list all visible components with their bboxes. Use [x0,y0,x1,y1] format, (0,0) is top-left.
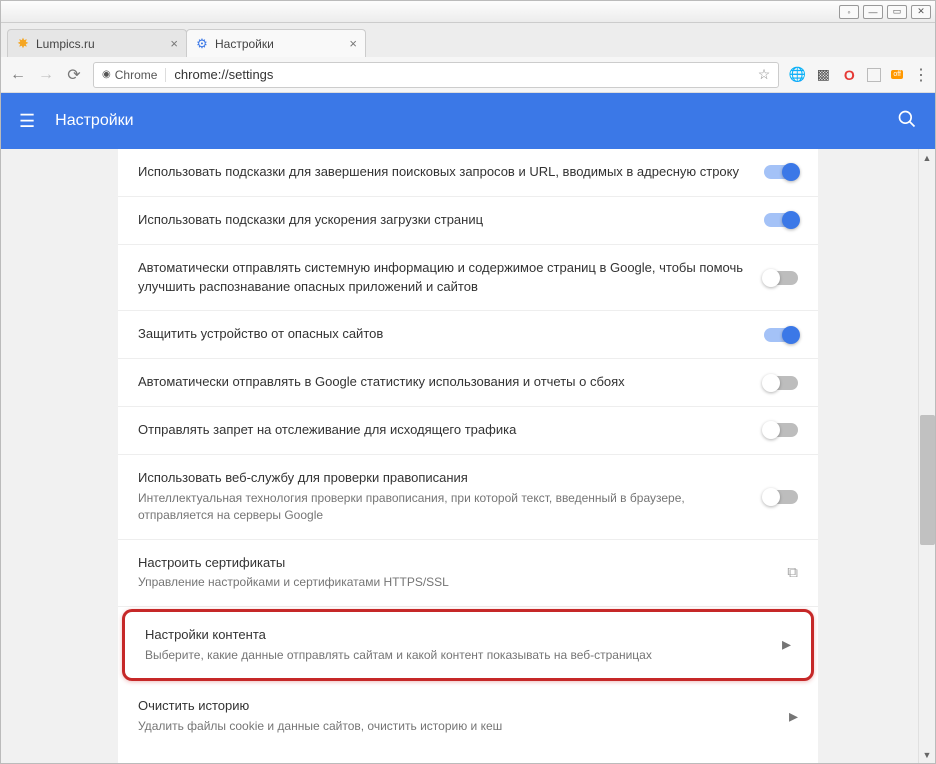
star-icon[interactable]: ☆ [758,66,771,83]
tab-lumpics[interactable]: ✸ Lumpics.ru × [7,29,187,57]
chevron-right-icon: ▸ [789,706,798,727]
row-title: Автоматически отправлять в Google статис… [138,373,750,392]
toggle-switch[interactable] [764,271,798,285]
settings-row[interactable]: Настройки контента Выберите, какие данные… [125,612,811,678]
search-icon[interactable] [897,109,917,134]
security-label: Chrome [115,68,158,82]
row-text: Автоматически отправлять системную инфор… [138,259,750,297]
row-text: Настройки контента Выберите, какие данные… [145,626,768,664]
row-text: Использовать подсказки для завершения по… [138,163,750,182]
row-text: Настроить сертификатыУправление настройк… [138,554,773,592]
toggle-switch[interactable] [764,490,798,504]
toolbar: ← → ⟳ ◉ Chrome chrome://settings ☆ 🌐 ▩ O… [1,57,935,93]
chevron-right-icon: ▸ [782,634,791,655]
external-link-icon: ⧉ [787,564,798,581]
tab-strip: ✸ Lumpics.ru × ⚙ Настройки × [1,23,935,57]
row-subtitle: Интеллектуальная технология проверки пра… [138,490,750,525]
extension-opera-icon[interactable]: O [841,67,857,83]
close-icon[interactable]: × [349,36,357,51]
gear-icon: ⚙ [195,37,209,51]
tab-title: Lumpics.ru [36,37,95,51]
window-titlebar: ◦ — ▭ ✕ [1,1,935,23]
settings-row: Автоматически отправлять системную инфор… [118,245,818,312]
row-subtitle: Выберите, какие данные отправлять сайтам… [145,647,768,664]
settings-row: Отправлять запрет на отслеживание для ис… [118,407,818,455]
window-maximize-button[interactable]: ▭ [887,5,907,19]
back-button[interactable]: ← [9,66,27,84]
extension-globe-icon[interactable]: 🌐 [789,67,805,83]
row-text: Очистить историю Удалить файлы cookie и д… [138,697,775,735]
toggle-switch[interactable] [764,165,798,179]
settings-row[interactable]: Настроить сертификатыУправление настройк… [118,540,818,607]
toggle-switch[interactable] [764,376,798,390]
scroll-thumb[interactable] [920,415,935,545]
row-text: Автоматически отправлять в Google статис… [138,373,750,392]
tab-title: Настройки [215,37,274,51]
site-identity[interactable]: ◉ Chrome [102,68,166,82]
settings-header: ☰ Настройки [1,93,935,149]
row-title: Использовать подсказки для ускорения заг… [138,211,750,230]
row-title: Использовать подсказки для завершения по… [138,163,750,182]
extension-square-icon[interactable]: ▩ [815,67,831,83]
address-bar[interactable]: ◉ Chrome chrome://settings ☆ [93,62,779,88]
url-text: chrome://settings [174,67,273,82]
row-title: Отправлять запрет на отслеживание для ис… [138,421,750,440]
browser-window: ◦ — ▭ ✕ ✸ Lumpics.ru × ⚙ Настройки × ← →… [0,0,936,764]
row-title: Использовать веб-службу для проверки пра… [138,469,750,488]
menu-button[interactable]: ⋮ [913,65,927,85]
tab-settings[interactable]: ⚙ Настройки × [186,29,366,57]
toggle-switch[interactable] [764,423,798,437]
extension-box-icon[interactable] [867,68,881,82]
settings-row: Использовать подсказки для завершения по… [118,149,818,197]
settings-row[interactable]: Очистить историю Удалить файлы cookie и д… [118,683,818,749]
settings-row: Использовать веб-службу для проверки пра… [118,455,818,540]
scroll-down-icon[interactable]: ▼ [919,746,935,763]
row-title: Настройки контента [145,626,768,645]
row-title: Настроить сертификаты [138,554,773,573]
extension-icons: 🌐 ▩ O off [789,67,903,83]
content-area: Использовать подсказки для завершения по… [1,149,935,763]
toggle-switch[interactable] [764,328,798,342]
forward-button[interactable]: → [37,66,55,84]
row-text: Отправлять запрет на отслеживание для ис… [138,421,750,440]
row-subtitle: Управление настройками и сертификатами H… [138,574,773,591]
scrollbar[interactable]: ▲ ▼ [918,149,935,763]
settings-row: Использовать подсказки для ускорения заг… [118,197,818,245]
row-text: Защитить устройство от опасных сайтов [138,325,750,344]
settings-row: Автоматически отправлять в Google статис… [118,359,818,407]
close-icon[interactable]: × [170,36,178,51]
window-user-icon[interactable]: ◦ [839,5,859,19]
favicon-lumpics-icon: ✸ [16,37,30,51]
toggle-switch[interactable] [764,213,798,227]
scroll-up-icon[interactable]: ▲ [919,149,935,166]
reload-button[interactable]: ⟳ [65,65,83,85]
settings-panel: Использовать подсказки для завершения по… [118,149,818,763]
row-subtitle: Удалить файлы cookie и данные сайтов, оч… [138,718,775,735]
window-close-button[interactable]: ✕ [911,5,931,19]
row-title: Защитить устройство от опасных сайтов [138,325,750,344]
page-title: Настройки [55,112,133,130]
row-text: Использовать подсказки для ускорения заг… [138,211,750,230]
row-title: Очистить историю [138,697,775,716]
row-text: Использовать веб-службу для проверки пра… [138,469,750,525]
hamburger-icon[interactable]: ☰ [19,111,35,132]
chrome-icon: ◉ [102,69,111,80]
window-minimize-button[interactable]: — [863,5,883,19]
row-title: Автоматически отправлять системную инфор… [138,259,750,297]
highlighted-row: Настройки контента Выберите, какие данные… [122,609,814,681]
settings-row: Защитить устройство от опасных сайтов [118,311,818,359]
extension-off-badge[interactable]: off [891,70,903,79]
